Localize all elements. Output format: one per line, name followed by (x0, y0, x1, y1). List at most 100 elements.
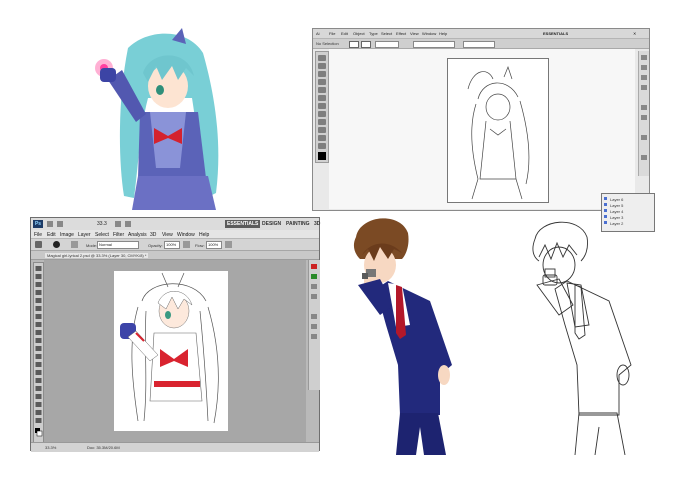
ps-menu-analysis[interactable]: Analysis (128, 232, 147, 238)
ai-direct-selection-tool-icon[interactable] (318, 63, 326, 69)
ai-gradient-panel-icon[interactable] (641, 115, 647, 120)
ps-menu-view[interactable]: View (162, 232, 173, 238)
ai-brushes-panel-icon[interactable] (641, 75, 647, 80)
ps-menu-window[interactable]: Window (177, 232, 195, 238)
ps-bridge-icon[interactable] (47, 221, 53, 227)
ai-fill-swatch[interactable] (349, 41, 359, 48)
ps-swatches-panel-icon[interactable] (311, 274, 317, 279)
ps-menu-3d[interactable]: 3D (150, 232, 156, 238)
ai-type-tool-icon[interactable] (318, 79, 326, 85)
ai-symbols-panel-icon[interactable] (641, 85, 647, 90)
ai-layers-panel-icon[interactable] (641, 155, 647, 160)
ps-adjustments-panel-icon[interactable] (311, 284, 317, 289)
ai-menu-help[interactable]: Help (439, 31, 447, 36)
ai-stroke-swatch[interactable] (361, 41, 371, 48)
ai-menu-window[interactable]: Window (422, 31, 436, 36)
ai-swatches-panel-icon[interactable] (641, 65, 647, 70)
illustrator-panel-dock (638, 51, 649, 176)
ps-mode-label: Mode: (86, 242, 98, 248)
ps-hand-icon[interactable] (115, 221, 121, 227)
ai-style-field[interactable] (463, 41, 495, 48)
ps-masks-panel-icon[interactable] (311, 294, 317, 299)
suited-man-lineart-illustration (532, 221, 632, 455)
photoshop-document-tabs: Magical girl-lyrical 2.psd @ 33.3% (Laye… (31, 251, 319, 260)
ai-menu-file[interactable]: File (329, 31, 335, 36)
photoshop-canvas[interactable] (44, 260, 306, 442)
ai-menu-type[interactable]: Type (369, 31, 378, 36)
ai-scale-tool-icon[interactable] (318, 127, 326, 133)
ps-brush-tool-icon[interactable] (35, 241, 42, 248)
ps-opacity-field[interactable]: 100% (164, 241, 180, 249)
ai-layer-row[interactable]: Layer 6 (610, 197, 623, 202)
illustrator-canvas[interactable]: Layer 6 Layer 5 Layer 4 Layer 3 Layer 2 (329, 49, 655, 232)
ai-rotate-tool-icon[interactable] (318, 119, 326, 125)
illustrator-tools-panel (315, 51, 329, 163)
ai-line-tool-icon[interactable] (318, 87, 326, 93)
ps-workspace-essentials[interactable]: ESSENTIALS (225, 220, 261, 228)
ps-workspace-painting[interactable]: PAINTING (284, 220, 312, 228)
ai-color-panel-icon[interactable] (641, 55, 647, 60)
photoshop-panel-dock (308, 260, 320, 390)
ai-menu-select[interactable]: Select (381, 31, 392, 36)
ps-minibridge-icon[interactable] (57, 221, 63, 227)
ai-close-icon[interactable]: ✕ (633, 31, 636, 36)
illustrator-artboard[interactable] (447, 58, 549, 203)
ps-brush-panel-icon[interactable] (71, 241, 78, 248)
ps-flow-field[interactable]: 100% (206, 241, 222, 249)
ps-status-doc-size: Doc: 35.3M/20.6M (87, 445, 120, 450)
ai-rectangle-tool-icon[interactable] (318, 95, 326, 101)
ps-mode-select[interactable]: Normal (97, 241, 139, 249)
ps-pressure-opacity-icon[interactable] (183, 241, 190, 248)
photoshop-options-bar: Mode: Normal Opacity: 100% Flow: 100% (31, 239, 319, 251)
ai-brush-tool-icon[interactable] (318, 103, 326, 109)
ps-arrange-icon[interactable] (125, 221, 131, 227)
ps-menu-help[interactable]: Help (199, 232, 209, 238)
ai-appearance-panel-icon[interactable] (641, 135, 647, 140)
photoshop-status-bar: 33.3% Doc: 35.3M/20.6M (31, 442, 319, 452)
ps-zoom-top[interactable]: 33.3 (97, 221, 107, 227)
ps-menu-layer[interactable]: Layer (78, 232, 91, 238)
photoshop-tools-panel (33, 262, 44, 448)
ai-menu-object[interactable]: Object (353, 31, 365, 36)
ai-logo: Ai (316, 31, 320, 36)
ps-layers-panel-icon[interactable] (311, 314, 317, 319)
photoshop-window: Ps 33.3 ESSENTIALS DESIGN PAINTING 3D Fi… (30, 217, 322, 452)
ps-anime-girl-partial-color (120, 272, 219, 424)
suited-man-colored-illustration (353, 218, 452, 455)
ps-channels-panel-icon[interactable] (311, 324, 317, 329)
ps-status-zoom[interactable]: 33.3% (45, 445, 56, 450)
ai-brush-field[interactable] (413, 41, 455, 48)
ps-workspace-design[interactable]: DESIGN (260, 220, 283, 228)
ps-menu-edit[interactable]: Edit (47, 232, 56, 238)
illustrator-control-bar: No Selection (313, 39, 649, 49)
ps-paths-panel-icon[interactable] (311, 334, 317, 339)
ps-document-tab[interactable]: Magical girl-lyrical 2.psd @ 33.3% (Laye… (45, 253, 149, 258)
ps-flow-label: Flow: (195, 242, 205, 248)
ps-airbrush-icon[interactable] (225, 241, 232, 248)
ps-opacity-label: Opacity: (148, 242, 163, 248)
photoshop-document[interactable] (114, 271, 228, 431)
ai-pen-tool-icon[interactable] (318, 71, 326, 77)
ai-workspace-switcher[interactable]: ESSENTIALS (543, 31, 568, 36)
ai-zoom-tool-icon[interactable] (318, 143, 326, 149)
ai-pencil-tool-icon[interactable] (318, 111, 326, 117)
ai-fill-stroke-icon[interactable] (318, 152, 326, 160)
ps-brush-preset-icon[interactable] (53, 241, 60, 248)
ai-menu-effect[interactable]: Effect (396, 31, 406, 36)
illustrator-menubar: Ai File Edit Object Type Select Effect V… (313, 29, 649, 39)
ai-selection-tool-icon[interactable] (318, 55, 326, 61)
ps-color-panel-icon[interactable] (311, 264, 317, 269)
ai-menu-edit[interactable]: Edit (341, 31, 348, 36)
ai-hand-tool-icon[interactable] (318, 135, 326, 141)
ai-menu-view[interactable]: View (410, 31, 419, 36)
ai-layer-row[interactable]: Layer 5 (610, 203, 623, 208)
ps-tool-icons[interactable] (34, 263, 43, 447)
ai-stroke-weight-field[interactable] (375, 41, 399, 48)
ps-menu-filter[interactable]: Filter (113, 232, 124, 238)
ps-menu-file[interactable]: File (34, 232, 42, 238)
ps-menu-select[interactable]: Select (95, 232, 109, 238)
ps-menu-image[interactable]: Image (60, 232, 74, 238)
ai-layer-row[interactable]: Layer 4 (610, 209, 623, 214)
ai-stroke-panel-icon[interactable] (641, 105, 647, 110)
ps-workspace-3d[interactable]: 3D (312, 220, 322, 228)
